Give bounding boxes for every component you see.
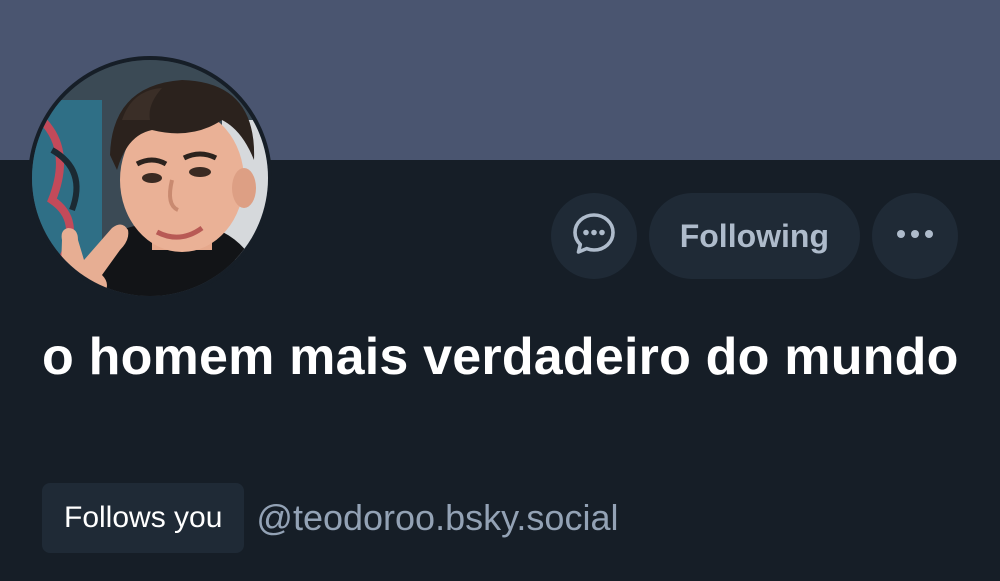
message-bubble-icon xyxy=(571,211,617,262)
avatar-image xyxy=(32,60,268,296)
more-dots-icon xyxy=(895,227,935,245)
message-button[interactable] xyxy=(550,193,637,279)
follows-you-badge: Follows you xyxy=(42,483,245,553)
profile-actions: Following xyxy=(550,193,958,279)
profile-handle[interactable]: @teodoroo.bsky.social xyxy=(256,497,618,539)
profile-header: Following o homem mais verdadeiro do mun… xyxy=(0,0,1000,581)
avatar[interactable] xyxy=(28,56,272,300)
profile-meta: Follows you @teodoroo.bsky.social xyxy=(42,483,618,553)
display-name: o homem mais verdadeiro do mundo xyxy=(42,328,959,386)
more-options-button[interactable] xyxy=(872,193,958,279)
following-button[interactable]: Following xyxy=(648,193,860,279)
